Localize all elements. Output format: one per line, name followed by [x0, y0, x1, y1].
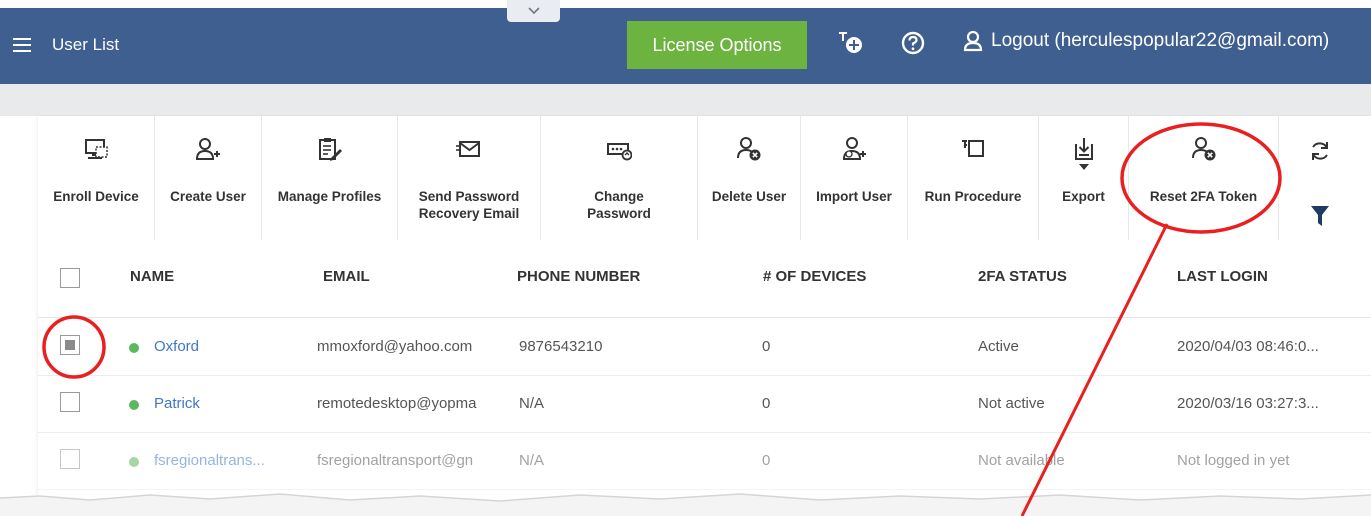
- send-password-recovery-button[interactable]: Send Password Recovery Email: [398, 116, 541, 240]
- column-header-phone[interactable]: PHONE NUMBER: [517, 268, 640, 285]
- change-password-label-line2: Password: [587, 206, 651, 221]
- change-password-button[interactable]: Change Password: [541, 116, 698, 240]
- table-row[interactable]: Oxford mmoxford@yahoo.com 9876543210 0 A…: [38, 319, 1371, 376]
- enroll-device-label: Enroll Device: [53, 189, 139, 204]
- user-phone: N/A: [519, 395, 545, 412]
- row-checkbox[interactable]: [60, 449, 80, 469]
- user-phone: N/A: [519, 452, 545, 469]
- change-password-label: Change Password: [541, 188, 697, 222]
- row-checkbox[interactable]: [60, 335, 80, 355]
- create-user-icon: [195, 138, 220, 160]
- enroll-device-icon: [85, 139, 108, 159]
- mail-icon: [456, 141, 480, 157]
- user-last-login: 2020/04/03 08:46:0...: [1177, 338, 1319, 355]
- run-procedure-label: Run Procedure: [924, 189, 1022, 204]
- table-row[interactable]: Patrick remotedesktop@yopma N/A 0 Not ac…: [38, 376, 1371, 433]
- delete-user-button[interactable]: Delete User: [698, 116, 801, 240]
- user-last-login: 2020/03/16 03:27:3...: [1177, 395, 1319, 412]
- delete-user-label: Delete User: [711, 189, 787, 204]
- column-header-name[interactable]: NAME: [130, 268, 174, 285]
- export-icon: [1074, 138, 1093, 160]
- refresh-icon[interactable]: [1309, 140, 1331, 162]
- user-name-link[interactable]: Patrick: [154, 395, 304, 412]
- create-user-button[interactable]: Create User: [155, 116, 262, 240]
- online-status-dot: [129, 400, 139, 410]
- select-all-checkbox[interactable]: [60, 268, 80, 288]
- delete-user-icon: [737, 137, 761, 161]
- column-header-last-login[interactable]: LAST LOGIN: [1177, 268, 1268, 285]
- change-password-icon: [607, 143, 632, 161]
- help-icon[interactable]: [900, 30, 926, 56]
- user-email: fsregionaltransport@gn: [317, 452, 474, 469]
- import-user-button[interactable]: Import User: [801, 116, 908, 240]
- enroll-device-button[interactable]: Enroll Device: [38, 116, 155, 240]
- manage-profiles-icon: [318, 138, 342, 161]
- user-email: mmoxford@yahoo.com: [317, 338, 473, 355]
- user-last-login: Not logged in yet: [1177, 452, 1290, 469]
- reset-2fa-icon: [1191, 137, 1215, 161]
- column-header-email[interactable]: EMAIL: [323, 268, 370, 285]
- table-header: NAME EMAIL PHONE NUMBER # OF DEVICES 2FA…: [38, 240, 1371, 318]
- logout-label: Logout (herculespopular22@gmail.com): [991, 30, 1330, 51]
- user-2fa-status: Not active: [978, 395, 1045, 412]
- caret-down-icon: [1078, 164, 1089, 170]
- user-phone: 9876543210: [519, 338, 603, 355]
- export-button[interactable]: Export: [1039, 116, 1129, 240]
- collapse-header-tab[interactable]: [507, 0, 560, 22]
- column-header-2fa-status[interactable]: 2FA STATUS: [978, 268, 1067, 285]
- add-notification-icon[interactable]: [838, 30, 864, 56]
- torn-edge: [0, 493, 1371, 516]
- license-options-button[interactable]: License Options: [627, 21, 807, 69]
- page-title: User List: [52, 35, 120, 54]
- user-2fa-status: Active: [978, 338, 1019, 355]
- logout-link[interactable]: Logout (herculespopular22@gmail.com): [963, 30, 1329, 52]
- export-label: Export: [1062, 189, 1105, 204]
- user-device-count: 0: [762, 452, 771, 469]
- online-status-dot: [129, 343, 139, 353]
- send-password-label-line1: Send Password: [418, 189, 520, 204]
- run-procedure-button[interactable]: Run Procedure: [908, 116, 1039, 240]
- table-row[interactable]: fsregionaltrans... fsregionaltransport@g…: [38, 433, 1371, 490]
- user-icon: [963, 30, 983, 52]
- user-list-card: Enroll Device Create User Manage Profile…: [38, 116, 1371, 506]
- create-user-label: Create User: [170, 189, 246, 204]
- change-password-label-line1: Change: [594, 189, 644, 204]
- chevron-down-icon: [527, 7, 540, 15]
- user-name-link[interactable]: fsregionaltrans...: [154, 452, 304, 469]
- import-user-icon: [842, 137, 866, 160]
- online-status-dot: [129, 457, 139, 467]
- column-header-devices[interactable]: # OF DEVICES: [763, 268, 866, 285]
- reset-2fa-token-button[interactable]: Reset 2FA Token: [1129, 116, 1279, 240]
- manage-profiles-button[interactable]: Manage Profiles: [262, 116, 398, 240]
- top-header-bar: User List License Options Logout (hercul…: [0, 8, 1371, 84]
- user-list-page: User List License Options Logout (hercul…: [0, 0, 1371, 516]
- user-email: remotedesktop@yopma: [317, 395, 477, 412]
- run-procedure-icon: [962, 140, 984, 157]
- user-device-count: 0: [762, 338, 771, 355]
- filter-icon[interactable]: [1311, 206, 1329, 226]
- send-password-label-line2: Recovery Email: [418, 206, 520, 221]
- send-password-recovery-label: Send Password Recovery Email: [398, 188, 540, 222]
- import-user-label: Import User: [816, 189, 892, 204]
- content-band: [0, 84, 1371, 116]
- user-device-count: 0: [762, 395, 771, 412]
- menu-icon[interactable]: [13, 38, 31, 52]
- row-checkbox[interactable]: [60, 392, 80, 412]
- user-name-link[interactable]: Oxford: [154, 338, 304, 355]
- manage-profiles-label: Manage Profiles: [277, 189, 382, 204]
- reset-2fa-label: Reset 2FA Token: [1149, 189, 1258, 204]
- user-2fa-status: Not available: [978, 452, 1065, 469]
